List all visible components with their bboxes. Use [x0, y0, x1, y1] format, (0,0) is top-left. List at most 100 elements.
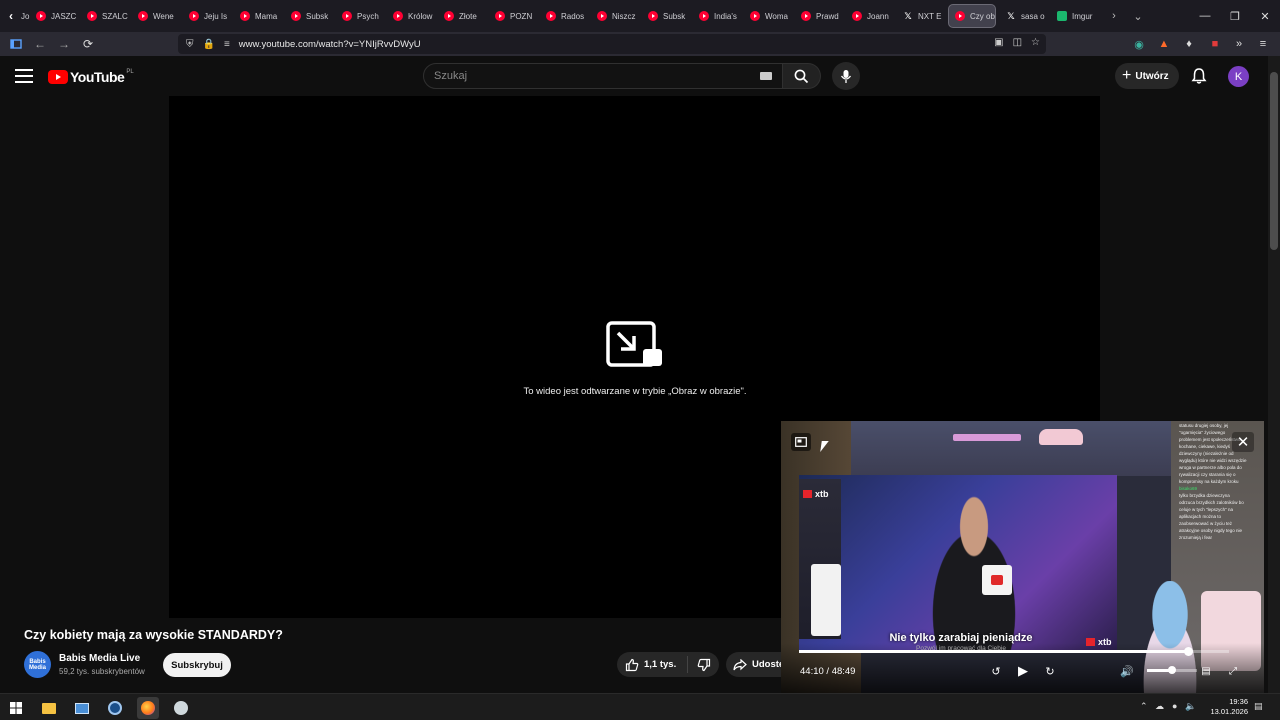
extension-badge-icon[interactable]: ■ [1206, 35, 1224, 53]
scrollbar-thumb[interactable] [1270, 72, 1278, 250]
pip-volume-slider[interactable] [1147, 666, 1197, 674]
browser-tab[interactable]: SZALC [81, 3, 132, 29]
pip-play-icon[interactable]: ▶ [1013, 661, 1033, 681]
pip-captions-icon[interactable]: ▤ [1196, 661, 1216, 681]
browser-tab[interactable]: 𝕏sasa o [1000, 3, 1051, 29]
pip-fullscreen-icon[interactable]: ⤢ [1223, 661, 1243, 681]
browser-tab[interactable]: India's [693, 3, 744, 29]
list-all-tabs-icon[interactable]: ⌄ [1126, 0, 1150, 32]
sidebar-toggle-icon[interactable] [4, 32, 28, 56]
pip-close-button[interactable]: ✕ [1232, 432, 1254, 452]
overflow-chevron-icon[interactable]: » [1230, 35, 1248, 53]
notification-center-icon[interactable]: ▤ [1254, 701, 1263, 712]
browser-tab[interactable]: Złote [438, 3, 489, 29]
windows-logo-icon [10, 702, 22, 714]
browser-tab[interactable]: Jeju Is [183, 3, 234, 29]
search-button[interactable] [783, 63, 821, 89]
tray-overflow-icon[interactable]: ⌃ [1140, 701, 1148, 712]
pip-toggle-icon[interactable]: ▣ [994, 37, 1003, 48]
region-code: PL [126, 69, 134, 75]
browser-tab[interactable]: Mama [234, 3, 285, 29]
browser-tab[interactable]: Prawd [795, 3, 846, 29]
tab-label: Subsk [663, 11, 686, 21]
channel-name[interactable]: Babis Media Live [59, 653, 140, 664]
browser-tab[interactable]: POZN [489, 3, 540, 29]
pip-mug [982, 565, 1012, 595]
chat-username: bisako69 [1179, 486, 1198, 491]
address-bar[interactable]: ⛨ 🔒 ≡ www.youtube.com/watch?v=YNIjRvvDWy… [178, 34, 1046, 54]
start-button[interactable] [5, 697, 27, 719]
create-button[interactable]: + Utwórz [1115, 63, 1179, 89]
pip-back-to-tab-button[interactable] [791, 433, 811, 451]
back-button[interactable]: ← [28, 32, 52, 56]
youtube-favicon [138, 11, 148, 21]
page-scrollbar[interactable] [1268, 56, 1280, 696]
tab-label: Woma [765, 11, 788, 21]
tab-label: Imgur [1072, 11, 1093, 21]
pip-volume-handle[interactable] [1168, 666, 1176, 674]
like-button[interactable]: 1,1 tys. [617, 656, 688, 673]
lock-icon[interactable]: 🔒 [203, 39, 215, 50]
pip-seek-back-icon[interactable]: ↺ [986, 661, 1006, 681]
reload-button[interactable]: ⟳ [76, 32, 100, 56]
tab-active[interactable]: Czy obi✕ [948, 4, 996, 28]
search-input[interactable]: Szukaj [423, 63, 783, 89]
shield-icon[interactable]: ⛨ [186, 39, 194, 50]
speaker-tray-icon[interactable]: 🔈 [1185, 701, 1196, 712]
cloud-icon[interactable]: ☁ [1155, 701, 1164, 712]
pip-volume-icon[interactable]: 🔊 [1117, 661, 1137, 681]
bookmark-star-icon[interactable]: ☆ [1031, 37, 1040, 48]
browser-tab[interactable]: Imgur [1051, 3, 1102, 29]
dislike-button[interactable] [688, 658, 719, 672]
steam-icon[interactable] [104, 697, 126, 719]
computer-icon[interactable] [71, 697, 93, 719]
share-button[interactable]: Udostę [726, 652, 786, 677]
tab-label: Czy obi [970, 11, 996, 21]
permissions-icon[interactable]: ≡ [224, 39, 230, 50]
pip-progress-handle[interactable] [1184, 647, 1194, 656]
system-clock[interactable]: 19:36 13.01.2026 [1198, 697, 1248, 717]
forward-button[interactable]: → [52, 32, 76, 56]
subscribe-button[interactable]: Subskrybuj [163, 653, 231, 677]
pip-brand-text: xtb [815, 489, 829, 499]
browser-tab[interactable]: Joann [846, 3, 897, 29]
pip-camera-feed [799, 475, 1117, 653]
notifications-bell-icon[interactable] [1190, 67, 1208, 85]
mic-tray-icon[interactable]: ● [1172, 701, 1177, 711]
browser-tab[interactable]: JASZC [30, 3, 81, 29]
pip-progress-bar[interactable] [799, 647, 1229, 656]
browser-tab[interactable]: Psych [336, 3, 387, 29]
pip-seek-forward-icon[interactable]: ↻ [1040, 661, 1060, 681]
voice-search-button[interactable] [832, 62, 860, 90]
browser-tab[interactable]: Wene [132, 3, 183, 29]
account-avatar[interactable]: K [1228, 66, 1249, 87]
pip-brand-text-bottom: xtb [1098, 637, 1112, 647]
keyboard-icon[interactable] [760, 72, 772, 80]
close-window-button[interactable]: ✕ [1250, 0, 1280, 32]
app-menu-icon[interactable]: ≡ [1254, 35, 1272, 53]
extensions-puzzle-icon[interactable]: ♦ [1180, 35, 1198, 53]
vpn-extension-icon[interactable]: ◉ [1130, 35, 1148, 53]
app-runner-icon[interactable] [170, 697, 192, 719]
reader-view-icon[interactable]: ◫ [1013, 37, 1022, 48]
browser-tab[interactable]: Subsk [642, 3, 693, 29]
windows-taskbar: ⌃ ☁ ● 🔈 19:36 13.01.2026 ▤ [0, 693, 1280, 720]
pip-window[interactable]: xtb statusu drugiej osoby, jej "ogarnięci… [781, 421, 1264, 693]
minimize-button[interactable]: — [1190, 0, 1220, 32]
tab-scroll-right-icon[interactable]: › [1102, 0, 1126, 32]
browser-tab[interactable]: Woma [744, 3, 795, 29]
browser-tab[interactable]: Królow [387, 3, 438, 29]
restore-button[interactable]: ❐ [1220, 0, 1250, 32]
browser-tab[interactable]: Niszcz [591, 3, 642, 29]
menu-hamburger-icon[interactable] [15, 69, 33, 83]
browser-tab[interactable]: Subsk [285, 3, 336, 29]
channel-avatar[interactable]: Babis Media [24, 651, 51, 678]
youtube-logo[interactable]: YouTube PL [48, 69, 134, 85]
browser-tab[interactable]: Rados [540, 3, 591, 29]
pip-background-top [851, 421, 1181, 476]
browser-tab[interactable]: 𝕏 NXT E [897, 3, 948, 29]
firefox-icon[interactable] [137, 697, 159, 719]
browser-tab[interactable]: ‹ Jo [0, 3, 30, 29]
extension-fox-icon[interactable]: ▲ [1155, 35, 1173, 53]
file-explorer-icon[interactable] [38, 697, 60, 719]
